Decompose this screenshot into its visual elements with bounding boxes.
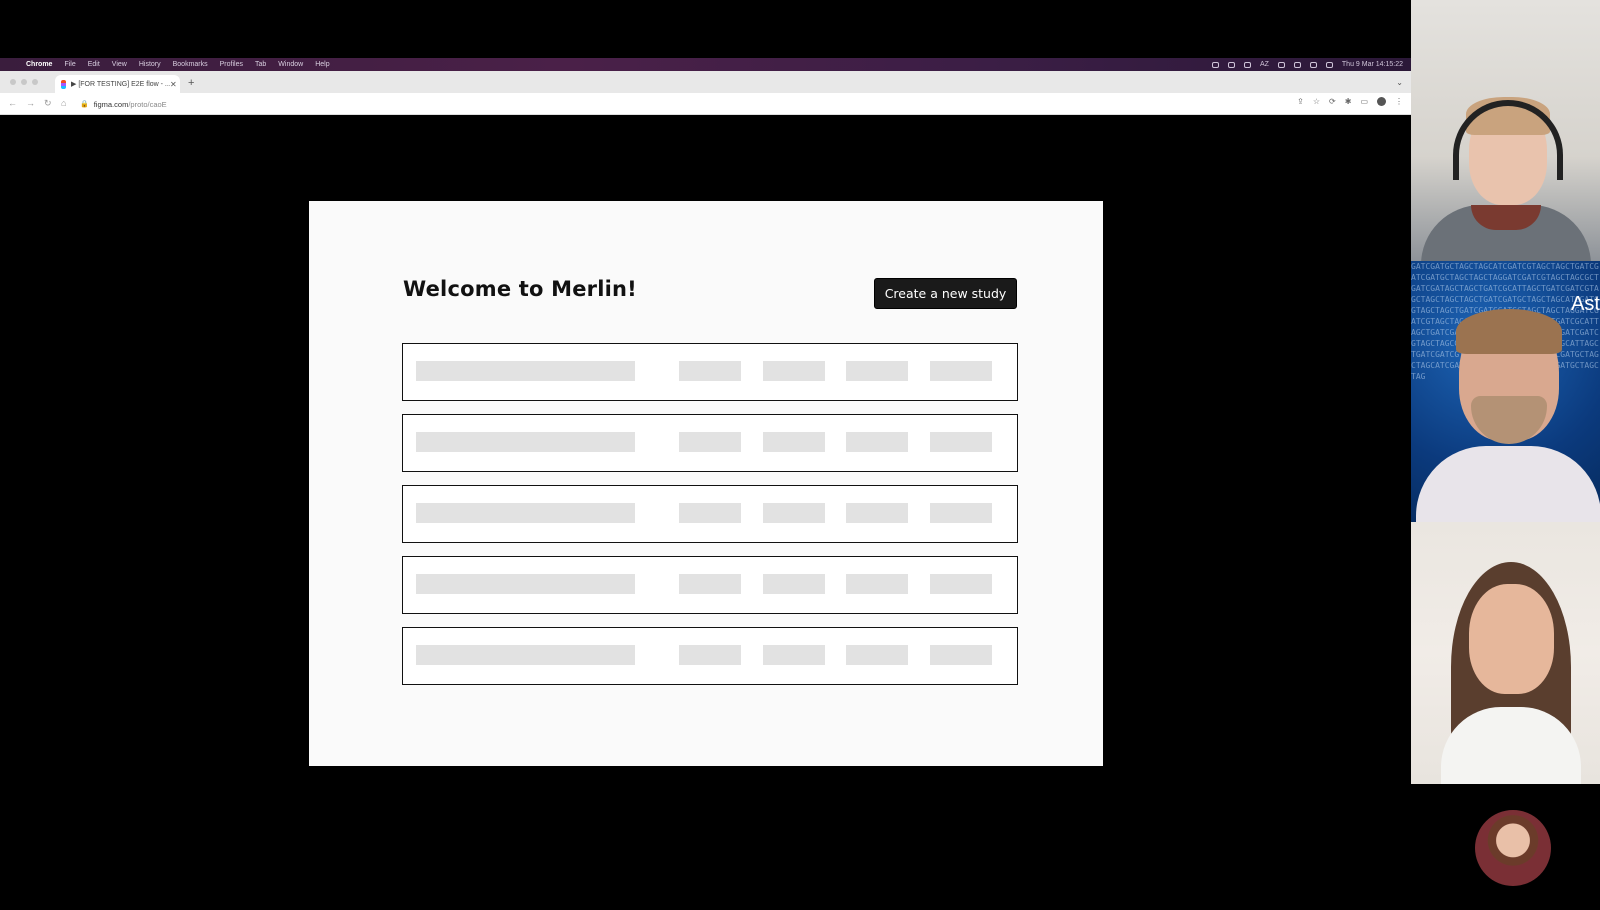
cell-placeholder xyxy=(930,361,992,381)
study-list xyxy=(402,343,1018,698)
address-bar[interactable]: 🔒 figma.com/proto/caoE xyxy=(80,97,1270,111)
menu-chrome[interactable]: Chrome xyxy=(26,61,52,68)
search-icon[interactable] xyxy=(1325,61,1333,68)
menubar-clock[interactable]: Thu 9 Mar 14:15:22 xyxy=(1342,61,1403,68)
forward-icon[interactable]: → xyxy=(26,98,35,108)
cell-placeholder xyxy=(846,361,908,381)
participant-video-1[interactable] xyxy=(1411,0,1600,261)
participant-hair xyxy=(1456,309,1562,354)
menu-window[interactable]: Window xyxy=(278,61,303,68)
cell-placeholder xyxy=(679,645,741,665)
name-placeholder xyxy=(416,574,635,594)
reload-icon[interactable]: ↻ xyxy=(44,98,52,109)
back-icon[interactable]: ← xyxy=(8,98,17,108)
url-host: figma.com xyxy=(93,99,129,109)
tab-title: ▶ [FOR TESTING] E2E flow - ... xyxy=(71,81,170,88)
cell-placeholder xyxy=(679,361,741,381)
bookmark-star-icon[interactable]: ☆ xyxy=(1313,97,1320,106)
name-placeholder xyxy=(416,361,635,381)
maximize-window-button[interactable] xyxy=(32,79,38,85)
window-controls xyxy=(10,79,38,85)
self-view-avatar[interactable] xyxy=(1475,810,1551,886)
close-tab-icon[interactable]: ✕ xyxy=(170,80,180,89)
cell-placeholder xyxy=(846,574,908,594)
menu-profiles[interactable]: Profiles xyxy=(220,61,243,68)
minimize-window-button[interactable] xyxy=(21,79,27,85)
extensions-icon[interactable]: ✱ xyxy=(1345,97,1352,106)
tab-figma-prototype[interactable]: ▶ [FOR TESTING] E2E flow - ... ✕ xyxy=(55,75,180,93)
prototype-frame: Welcome to Merlin! Create a new study xyxy=(309,201,1103,766)
menu-view[interactable]: View xyxy=(112,61,127,68)
cell-placeholder xyxy=(930,503,992,523)
status-icon[interactable] xyxy=(1243,61,1251,68)
browser-toolbar: ← → ↻ ⌂ 🔒 figma.com/proto/caoE ⇪ ☆ ⟳ ✱ ▭… xyxy=(0,93,1411,115)
status-icon[interactable] xyxy=(1211,61,1219,68)
close-window-button[interactable] xyxy=(10,79,16,85)
cloud-icon[interactable] xyxy=(1227,61,1235,68)
study-row-placeholder[interactable] xyxy=(402,485,1018,543)
sync-icon[interactable]: ⟳ xyxy=(1329,97,1336,106)
background-caption: Ast xyxy=(1571,293,1600,315)
browser-tab-strip: ▶ [FOR TESTING] E2E flow - ... ✕ + ⌄ xyxy=(0,71,1411,93)
new-tab-button[interactable]: + xyxy=(188,77,194,89)
study-row-placeholder[interactable] xyxy=(402,414,1018,472)
profile-avatar-icon[interactable] xyxy=(1377,97,1386,106)
cell-placeholder xyxy=(846,645,908,665)
url-path: /proto/caoE xyxy=(128,99,167,109)
cell-placeholder xyxy=(930,432,992,452)
side-panel-icon[interactable]: ▭ xyxy=(1360,97,1368,106)
menu-file[interactable]: File xyxy=(64,61,75,68)
study-row-placeholder[interactable] xyxy=(402,343,1018,401)
create-new-study-button[interactable]: Create a new study xyxy=(874,278,1017,309)
tab-search-chevron-icon[interactable]: ⌄ xyxy=(1396,78,1403,87)
input-source-label[interactable]: AZ xyxy=(1260,61,1269,68)
study-row-placeholder[interactable] xyxy=(402,627,1018,685)
wifi-icon[interactable] xyxy=(1309,61,1317,68)
mac-menubar: Chrome File Edit View History Bookmarks … xyxy=(0,58,1411,71)
name-placeholder xyxy=(416,503,635,523)
lock-icon[interactable]: 🔒 xyxy=(80,100,89,108)
menu-help[interactable]: Help xyxy=(315,61,329,68)
cell-placeholder xyxy=(846,432,908,452)
cell-placeholder xyxy=(930,574,992,594)
participant-face xyxy=(1469,584,1554,694)
cell-placeholder xyxy=(679,503,741,523)
menu-tab[interactable]: Tab xyxy=(255,61,266,68)
more-menu-icon[interactable]: ⋮ xyxy=(1395,97,1403,106)
menu-history[interactable]: History xyxy=(139,61,161,68)
page-title: Welcome to Merlin! xyxy=(403,277,637,301)
cell-placeholder xyxy=(679,432,741,452)
cell-placeholder xyxy=(763,432,825,452)
menubar-status-area: AZ Thu 9 Mar 14:15:22 xyxy=(1211,58,1403,71)
cell-placeholder xyxy=(930,645,992,665)
home-icon[interactable]: ⌂ xyxy=(61,98,66,108)
cell-placeholder xyxy=(763,574,825,594)
cell-placeholder xyxy=(846,503,908,523)
name-placeholder xyxy=(416,432,635,452)
figma-icon xyxy=(61,79,66,89)
cell-placeholder xyxy=(679,574,741,594)
participant-video-2[interactable]: GATCGATGCTAGCTAGCATCGATCGTAGCTAGCTGATCGA… xyxy=(1411,261,1600,522)
cell-placeholder xyxy=(763,645,825,665)
menu-bookmarks[interactable]: Bookmarks xyxy=(173,61,208,68)
menu-edit[interactable]: Edit xyxy=(88,61,100,68)
study-row-placeholder[interactable] xyxy=(402,556,1018,614)
participant-video-3[interactable] xyxy=(1411,522,1600,784)
cell-placeholder xyxy=(763,361,825,381)
share-icon[interactable]: ⇪ xyxy=(1297,97,1304,106)
headphones-icon[interactable] xyxy=(1277,61,1285,68)
name-placeholder xyxy=(416,645,635,665)
toolbar-actions: ⇪ ☆ ⟳ ✱ ▭ ⋮ xyxy=(1297,97,1403,106)
battery-icon[interactable] xyxy=(1293,61,1301,68)
cell-placeholder xyxy=(763,503,825,523)
